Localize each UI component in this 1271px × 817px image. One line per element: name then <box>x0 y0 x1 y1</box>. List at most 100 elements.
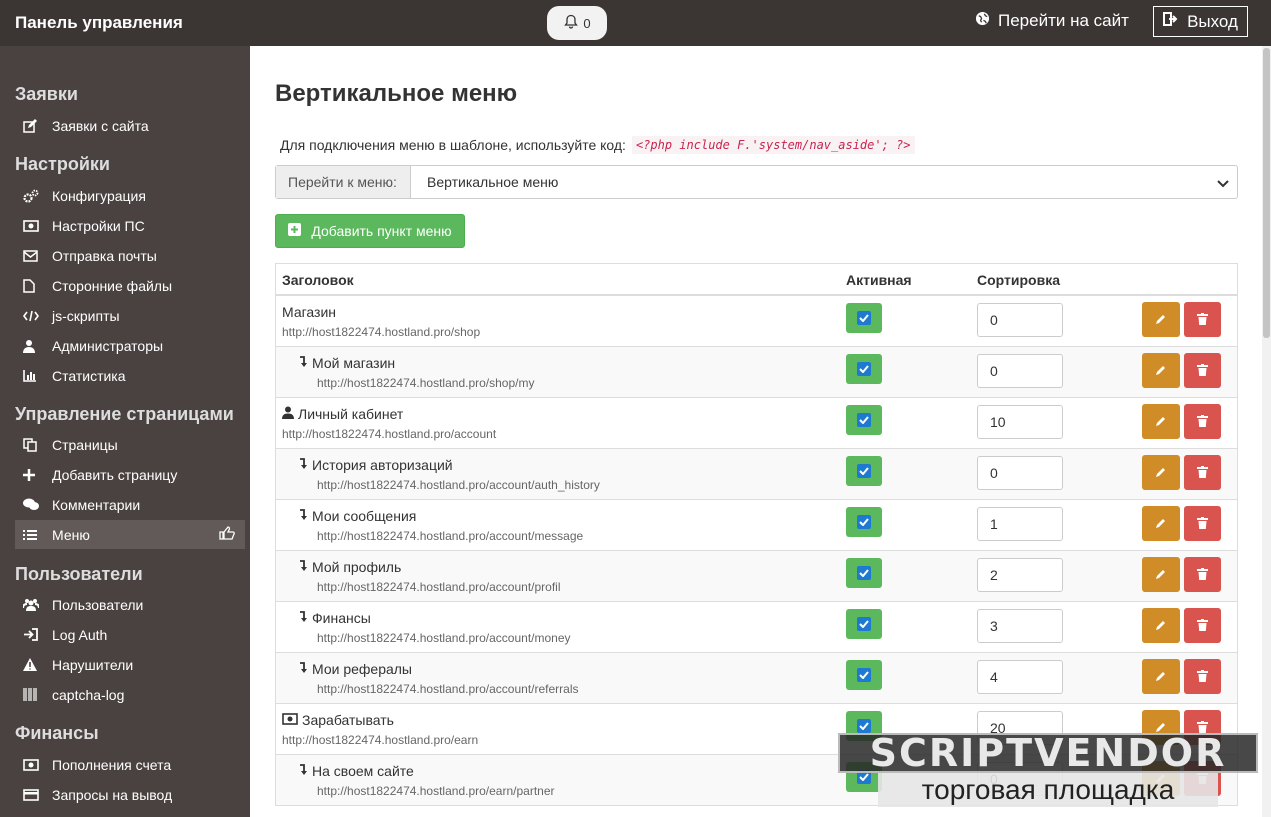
brand-title[interactable]: Панель управления <box>15 13 183 33</box>
sidebar-item-violators[interactable]: Нарушители <box>15 650 245 679</box>
column-header-title: Заголовок <box>282 272 354 288</box>
active-checkbox[interactable] <box>846 405 882 435</box>
edit-button[interactable] <box>1142 659 1180 694</box>
sidebar-item-users[interactable]: Пользователи <box>15 590 245 619</box>
row-url[interactable]: http://host1822474.hostland.pro/account/… <box>317 682 579 696</box>
table-body: Магазин http://host1822474.hostland.pro/s… <box>276 296 1237 806</box>
level-arrow-icon <box>298 559 308 575</box>
row-url[interactable]: http://host1822474.hostland.pro/account/… <box>317 580 561 594</box>
row-url[interactable]: http://host1822474.hostland.pro/shop/my <box>317 376 534 390</box>
goto-menu-group: Перейти к меню: Вертикальное меню <box>275 165 1238 199</box>
sidebar-item-comments[interactable]: Комментарии <box>15 490 245 519</box>
row-title: Мои рефералы <box>298 661 412 677</box>
table-header: Заголовок Активная Сортировка <box>276 264 1237 296</box>
globe-icon <box>975 11 990 31</box>
sidebar-item-files[interactable]: Сторонние файлы <box>15 271 245 300</box>
sidebar-item-js-scripts[interactable]: js-скрипты <box>15 301 245 330</box>
page-scrollbar[interactable] <box>1262 46 1271 817</box>
delete-button[interactable] <box>1184 659 1221 694</box>
sidebar-item-configuration[interactable]: Конфигурация <box>15 181 245 210</box>
list-icon <box>15 529 52 541</box>
delete-button[interactable] <box>1184 455 1221 490</box>
menu-table: Заголовок Активная Сортировка Магазин htt… <box>275 263 1238 806</box>
row-title: Мои сообщения <box>298 508 416 524</box>
delete-button[interactable] <box>1184 302 1221 337</box>
sidebar-item-admins[interactable]: Администраторы <box>15 331 245 360</box>
edit-button[interactable] <box>1142 455 1180 490</box>
goto-site-link[interactable]: Перейти на сайт <box>975 11 1129 31</box>
sidebar-item-add-page[interactable]: Добавить страницу <box>15 460 245 489</box>
delete-button[interactable] <box>1184 404 1221 439</box>
sort-input[interactable]: 1 <box>977 507 1063 541</box>
row-url[interactable]: http://host1822474.hostland.pro/account/… <box>317 478 600 492</box>
sidebar-item-pages[interactable]: Страницы <box>15 430 245 459</box>
sidebar-item-label: js-скрипты <box>52 307 120 324</box>
sidebar-item-withdrawals[interactable]: Запросы на вывод <box>15 780 245 809</box>
sidebar-item-requests[interactable]: Заявки с сайта <box>15 111 245 140</box>
active-checkbox[interactable] <box>846 660 882 690</box>
active-checkbox[interactable] <box>846 303 882 333</box>
sidebar-item-ps-settings[interactable]: Настройки ПС <box>15 211 245 240</box>
sort-input[interactable]: 3 <box>977 609 1063 643</box>
pencil-icon <box>1155 618 1167 634</box>
file-icon <box>15 278 52 293</box>
watermark-subtitle: торговая площадка <box>878 773 1218 807</box>
gears-icon <box>15 189 52 203</box>
trash-icon <box>1197 567 1208 583</box>
bell-icon <box>563 14 579 33</box>
delete-button[interactable] <box>1184 353 1221 388</box>
add-menu-item-button[interactable]: Добавить пункт меню <box>275 214 465 248</box>
sort-input[interactable]: 10 <box>977 405 1063 439</box>
pencil-icon <box>1155 465 1167 481</box>
sidebar-item-mail[interactable]: Отправка почты <box>15 241 245 270</box>
edit-button[interactable] <box>1142 353 1180 388</box>
sidebar-item-statistics[interactable]: Статистика <box>15 361 245 390</box>
row-url[interactable]: http://host1822474.hostland.pro/shop <box>282 325 480 339</box>
trash-icon <box>1197 465 1208 481</box>
credit-card-icon <box>15 788 52 801</box>
delete-button[interactable] <box>1184 506 1221 541</box>
active-checkbox[interactable] <box>846 558 882 588</box>
row-url[interactable]: http://host1822474.hostland.pro/account/… <box>317 631 571 645</box>
row-url[interactable]: http://host1822474.hostland.pro/account <box>282 427 496 441</box>
copy-icon <box>15 437 52 452</box>
sidebar-item-label: Отправка почты <box>52 247 157 264</box>
table-row: Магазин http://host1822474.hostland.pro/s… <box>276 296 1237 347</box>
sort-input[interactable]: 0 <box>977 456 1063 490</box>
logout-label: Выход <box>1187 11 1238 31</box>
column-header-active: Активная <box>846 272 912 288</box>
sidebar-item-log-auth[interactable]: Log Auth <box>15 620 245 649</box>
edit-button[interactable] <box>1142 404 1180 439</box>
delete-button[interactable] <box>1184 557 1221 592</box>
active-checkbox[interactable] <box>846 354 882 384</box>
sort-input[interactable]: 2 <box>977 558 1063 592</box>
edit-button[interactable] <box>1142 302 1180 337</box>
edit-button[interactable] <box>1142 506 1180 541</box>
sort-input[interactable]: 0 <box>977 303 1063 337</box>
sidebar-item-deposits[interactable]: Пополнения счета <box>15 750 245 779</box>
row-url[interactable]: http://host1822474.hostland.pro/earn/par… <box>317 784 555 798</box>
delete-button[interactable] <box>1184 608 1221 643</box>
sort-input[interactable]: 4 <box>977 660 1063 694</box>
sort-input[interactable]: 0 <box>977 354 1063 388</box>
sidebar-section-title: Заявки <box>15 84 78 104</box>
sidebar: Заявки Заявки с сайта Настройки Конфигур… <box>0 46 250 817</box>
active-checkbox[interactable] <box>846 456 882 486</box>
row-url[interactable]: http://host1822474.hostland.pro/account/… <box>317 529 583 543</box>
row-title-text: Финансы <box>312 610 371 626</box>
edit-button[interactable] <box>1142 608 1180 643</box>
notifications-button[interactable]: 0 <box>547 6 607 40</box>
sidebar-item-menu[interactable]: Меню <box>15 520 245 549</box>
edit-button[interactable] <box>1142 557 1180 592</box>
trash-icon <box>1197 516 1208 532</box>
scrollbar-thumb[interactable] <box>1263 48 1270 338</box>
sidebar-item-captcha-log[interactable]: captcha-log <box>15 680 245 709</box>
active-checkbox[interactable] <box>846 609 882 639</box>
active-checkbox[interactable] <box>846 507 882 537</box>
logout-button[interactable]: Выход <box>1153 6 1248 37</box>
check-icon <box>857 668 871 682</box>
menu-select[interactable]: Вертикальное меню <box>411 166 1237 198</box>
row-title: Мой профиль <box>298 559 401 575</box>
row-title-text: Мои рефералы <box>312 661 412 677</box>
row-url[interactable]: http://host1822474.hostland.pro/earn <box>282 733 478 747</box>
